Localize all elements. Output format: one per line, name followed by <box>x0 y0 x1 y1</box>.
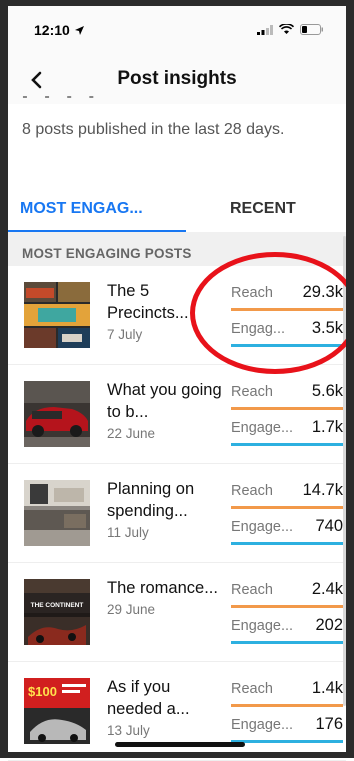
reach-value: 14.7k <box>302 481 343 499</box>
post-row[interactable]: THE CONTINENT The romance... 29 June Rea… <box>8 563 346 662</box>
signal-icon <box>257 24 273 35</box>
reach-bar <box>231 605 343 608</box>
status-bar: 12:10 <box>0 0 354 64</box>
post-image <box>24 381 90 447</box>
tab-recent[interactable]: RECENT <box>230 200 296 218</box>
posts-summary: 8 posts published in the last 28 days. <box>22 121 285 138</box>
reach-metric: Reach 14.7k <box>231 476 343 512</box>
wifi-icon <box>279 24 294 34</box>
engagement-metric: Engage... 1.7k <box>231 413 343 449</box>
engagement-value: 202 <box>315 616 343 634</box>
post-image <box>24 480 90 546</box>
reach-metric: Reach 1.4k <box>231 674 343 710</box>
post-date: 22 June <box>107 426 156 441</box>
reach-label: Reach <box>231 681 273 697</box>
engagement-label: Engage... <box>231 717 294 733</box>
post-metrics: Reach 5.6k Engage... 1.7k <box>231 377 343 449</box>
post-thumbnail <box>24 282 90 348</box>
post-title: As if you needed a... <box>107 678 190 718</box>
post-thumbnail: $100 <box>24 678 90 744</box>
reach-label: Reach <box>231 384 273 400</box>
reach-bar <box>231 506 343 509</box>
thumbnail-caption: THE CONTINENT <box>31 602 84 609</box>
page-title: Post insights <box>117 68 237 89</box>
reach-value: 5.6k <box>311 382 343 400</box>
engagement-value: 1.7k <box>311 418 343 436</box>
engagement-label: Engage... <box>231 420 294 436</box>
section-title: MOST ENGAGING POSTS <box>22 246 192 261</box>
reach-value: 1.4k <box>311 679 343 697</box>
post-row[interactable]: Planning on spending... 11 July Reach 14… <box>8 464 346 563</box>
engagement-value: 740 <box>315 517 343 535</box>
reach-bar <box>231 704 343 707</box>
post-thumbnail <box>24 480 90 546</box>
location-arrow-icon <box>74 25 84 35</box>
engagement-bar <box>231 740 343 743</box>
engagement-bar <box>231 443 343 446</box>
engagement-metric: Engage... 176 <box>231 710 343 746</box>
post-image: $100 <box>24 678 90 744</box>
post-image <box>24 282 90 348</box>
engagement-metric: Engage... 202 <box>231 611 343 647</box>
engagement-bar <box>231 542 343 545</box>
tab-most-engaging[interactable]: MOST ENGAG... <box>20 200 143 218</box>
engagement-bar <box>231 641 343 644</box>
post-title: Planning on spending... <box>107 480 195 520</box>
engagement-label: Engage... <box>231 519 294 535</box>
engagement-label: Engage... <box>231 618 294 634</box>
post-title: The romance... <box>107 579 218 597</box>
post-title: What you going to b... <box>107 381 222 421</box>
engagement-metric: Engage... 740 <box>231 512 343 548</box>
status-icons <box>257 24 324 35</box>
reach-bar <box>231 407 343 410</box>
reach-label: Reach <box>231 483 273 499</box>
post-metrics: Reach 2.4k Engage... 202 <box>231 575 343 647</box>
status-time: 12:10 <box>34 22 85 38</box>
post-metrics: Reach 14.7k Engage... 740 <box>231 476 343 548</box>
post-date: 13 July <box>107 723 150 738</box>
post-metrics: Reach 1.4k Engage... 176 <box>231 674 343 746</box>
thumbnail-caption: $100 <box>28 684 57 699</box>
post-thumbnail: THE CONTINENT <box>24 579 90 645</box>
post-image: THE CONTINENT <box>24 579 90 645</box>
post-date: 29 June <box>107 602 156 617</box>
battery-icon <box>300 24 323 35</box>
reach-metric: Reach 2.4k <box>231 575 343 611</box>
post-date: 11 July <box>107 525 149 540</box>
insights-tabs: MOST ENGAG... RECENT <box>8 190 346 233</box>
reach-label: Reach <box>231 582 273 598</box>
home-indicator[interactable] <box>115 742 245 747</box>
reach-metric: Reach 5.6k <box>231 377 343 413</box>
engagement-value: 176 <box>315 715 343 733</box>
post-row[interactable]: What you going to b... 22 June Reach 5.6… <box>8 365 346 464</box>
annotation-circle <box>190 252 354 374</box>
clipped-text-fragment: ▪ ▪ ▪ ▪ ▪ <box>22 96 101 108</box>
post-thumbnail <box>24 381 90 447</box>
reach-value: 2.4k <box>311 580 343 598</box>
